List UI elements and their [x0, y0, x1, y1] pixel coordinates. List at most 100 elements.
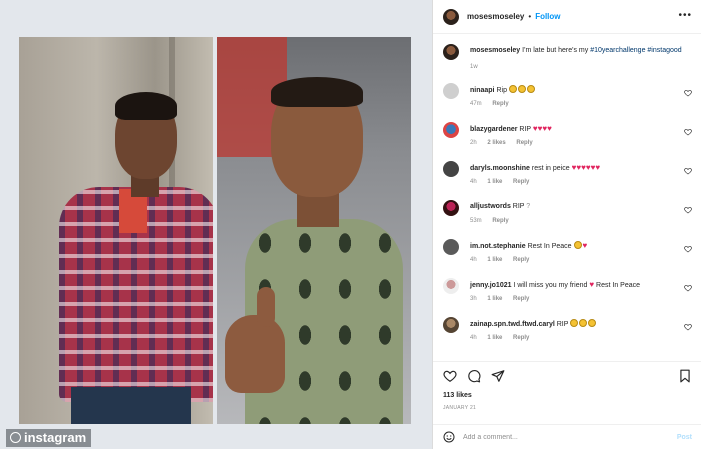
like-comment-heart-icon[interactable] — [684, 323, 692, 331]
post-header: mosesmoseley • Follow ••• — [433, 0, 701, 34]
comment-text-2: Rest In Peace — [596, 282, 640, 289]
comment-body: daryls.moonshine rest in peice ♥♥♥♥♥♥ — [470, 163, 685, 173]
more-options-icon[interactable]: ••• — [678, 11, 692, 21]
comment-meta: 4h 1 like Reply — [470, 257, 538, 263]
like-comment-heart-icon[interactable] — [684, 128, 692, 136]
like-comment-heart-icon[interactable] — [684, 284, 692, 292]
comment-likes[interactable]: 1 like — [487, 335, 502, 341]
pleading-face-icon — [517, 85, 526, 93]
pleading-face-icon — [570, 319, 579, 327]
separator-dot: • — [528, 12, 532, 21]
add-comment-bar: Post — [433, 424, 701, 449]
comment-username[interactable]: alljustwords — [470, 203, 511, 210]
reply-button[interactable]: Reply — [513, 296, 529, 302]
comment-text: RIP — [512, 203, 525, 210]
reply-button[interactable]: Reply — [492, 101, 508, 107]
comment-text: RIP — [556, 321, 569, 328]
comment-body: zainap.spn.twd.ftwd.caryl RIP — [470, 319, 685, 329]
caption-time: 1w — [470, 64, 478, 70]
comment-time: 4h — [470, 335, 477, 341]
red-heart-icon: ♥ — [589, 280, 595, 289]
reply-button[interactable]: Reply — [513, 335, 529, 341]
comment-text: RIP — [519, 126, 531, 133]
avatar[interactable] — [443, 161, 459, 177]
post-actions: 113 likes JANUARY 21 — [433, 361, 701, 419]
comment-username[interactable]: blazygardener — [470, 126, 517, 133]
follow-button[interactable]: Follow — [535, 12, 560, 21]
like-comment-heart-icon[interactable] — [684, 167, 692, 175]
comment-bubble-icon[interactable] — [467, 369, 481, 383]
avatar[interactable] — [443, 239, 459, 255]
avatar[interactable] — [443, 83, 459, 99]
red-heart-icon: ♥♥♥♥♥♥ — [571, 163, 601, 172]
like-comment-heart-icon[interactable] — [684, 245, 692, 253]
pleading-face-icon — [579, 319, 588, 327]
action-icons — [443, 369, 505, 383]
avatar[interactable] — [443, 317, 459, 333]
comment-username[interactable]: jenny.jo1021 — [470, 282, 512, 289]
post-media[interactable]: instagram — [0, 0, 432, 449]
comment-time: 53m — [470, 218, 482, 224]
comments-list[interactable]: mosesmoseley I'm late but here's my #10y… — [433, 36, 701, 358]
comment-meta: 2h 2 likes Reply — [470, 140, 542, 146]
pleading-face-icon — [573, 241, 582, 249]
reply-button[interactable]: Reply — [492, 218, 508, 224]
comment-meta: 53m Reply — [470, 218, 518, 224]
like-comment-heart-icon[interactable] — [684, 206, 692, 214]
comment-body: im.not.stephanie Rest In Peace ♥ — [470, 241, 685, 251]
reply-button[interactable]: Reply — [513, 257, 529, 263]
caption-meta: 1w — [470, 64, 487, 70]
comment-username[interactable]: ninaapi — [470, 87, 495, 94]
red-heart-icon: ♥ — [582, 241, 588, 250]
comment-likes[interactable]: 2 likes — [487, 140, 505, 146]
comment-suffix: ? — [526, 203, 531, 210]
caption-username[interactable]: mosesmoseley — [470, 47, 520, 54]
caption-hashtags[interactable]: #10yearchallenge #instagood — [590, 47, 681, 54]
avatar[interactable] — [443, 200, 459, 216]
comment-meta: 4h 1 like Reply — [470, 335, 538, 341]
post-sidebar: mosesmoseley • Follow ••• mosesmoseley I… — [432, 0, 701, 449]
comment-text: rest in peice — [531, 165, 570, 172]
reply-button[interactable]: Reply — [513, 179, 529, 185]
comment-likes[interactable]: 1 like — [487, 257, 502, 263]
comment-time: 2h — [470, 140, 477, 146]
comment-text: Rest In Peace — [527, 243, 572, 250]
comment-likes[interactable]: 1 like — [487, 179, 502, 185]
avatar[interactable] — [443, 122, 459, 138]
comment-text: Rip — [496, 87, 507, 94]
caption-avatar[interactable] — [443, 44, 459, 60]
photo-then — [19, 37, 213, 424]
comment-input[interactable] — [463, 433, 653, 441]
instagram-logo-icon — [10, 432, 21, 443]
reply-button[interactable]: Reply — [516, 140, 532, 146]
comment-time: 3h — [470, 296, 477, 302]
comment-username[interactable]: zainap.spn.twd.ftwd.caryl — [470, 321, 555, 328]
instagram-watermark: instagram — [6, 429, 92, 447]
bookmark-icon[interactable] — [678, 369, 692, 383]
likes-count[interactable]: 113 likes — [443, 392, 472, 399]
comment-body: jenny.jo1021 I will miss you my friend ♥… — [470, 280, 685, 290]
comment-likes[interactable]: 1 like — [487, 296, 502, 302]
caption-text: I'm late but here's my — [522, 47, 589, 54]
comment-time: 4h — [470, 179, 477, 185]
comment-text: I will miss you my friend — [513, 282, 588, 289]
comment-time: 4h — [470, 257, 477, 263]
like-heart-icon[interactable] — [443, 369, 457, 383]
pleading-face-icon — [588, 319, 597, 327]
share-paper-plane-icon[interactable] — [491, 369, 505, 383]
red-heart-icon: ♥♥♥♥ — [532, 124, 552, 133]
comment-username[interactable]: daryls.moonshine — [470, 165, 530, 172]
post-date: JANUARY 21 — [443, 405, 477, 411]
post-comment-button[interactable]: Post — [677, 434, 692, 441]
avatar[interactable] — [443, 278, 459, 294]
post-username[interactable]: mosesmoseley — [467, 12, 524, 21]
avatar[interactable] — [443, 8, 459, 25]
comment-body: ninaapi Rip — [470, 85, 685, 95]
pleading-face-icon — [526, 85, 535, 93]
comment-body: blazygardener RIP ♥♥♥♥ — [470, 124, 685, 134]
comment-body: alljustwords RIP ? — [470, 202, 685, 211]
like-comment-heart-icon[interactable] — [684, 89, 692, 97]
comment-username[interactable]: im.not.stephanie — [470, 243, 526, 250]
emoji-smile-icon[interactable] — [443, 431, 455, 443]
caption-body: mosesmoseley I'm late but here's my #10y… — [470, 46, 685, 55]
